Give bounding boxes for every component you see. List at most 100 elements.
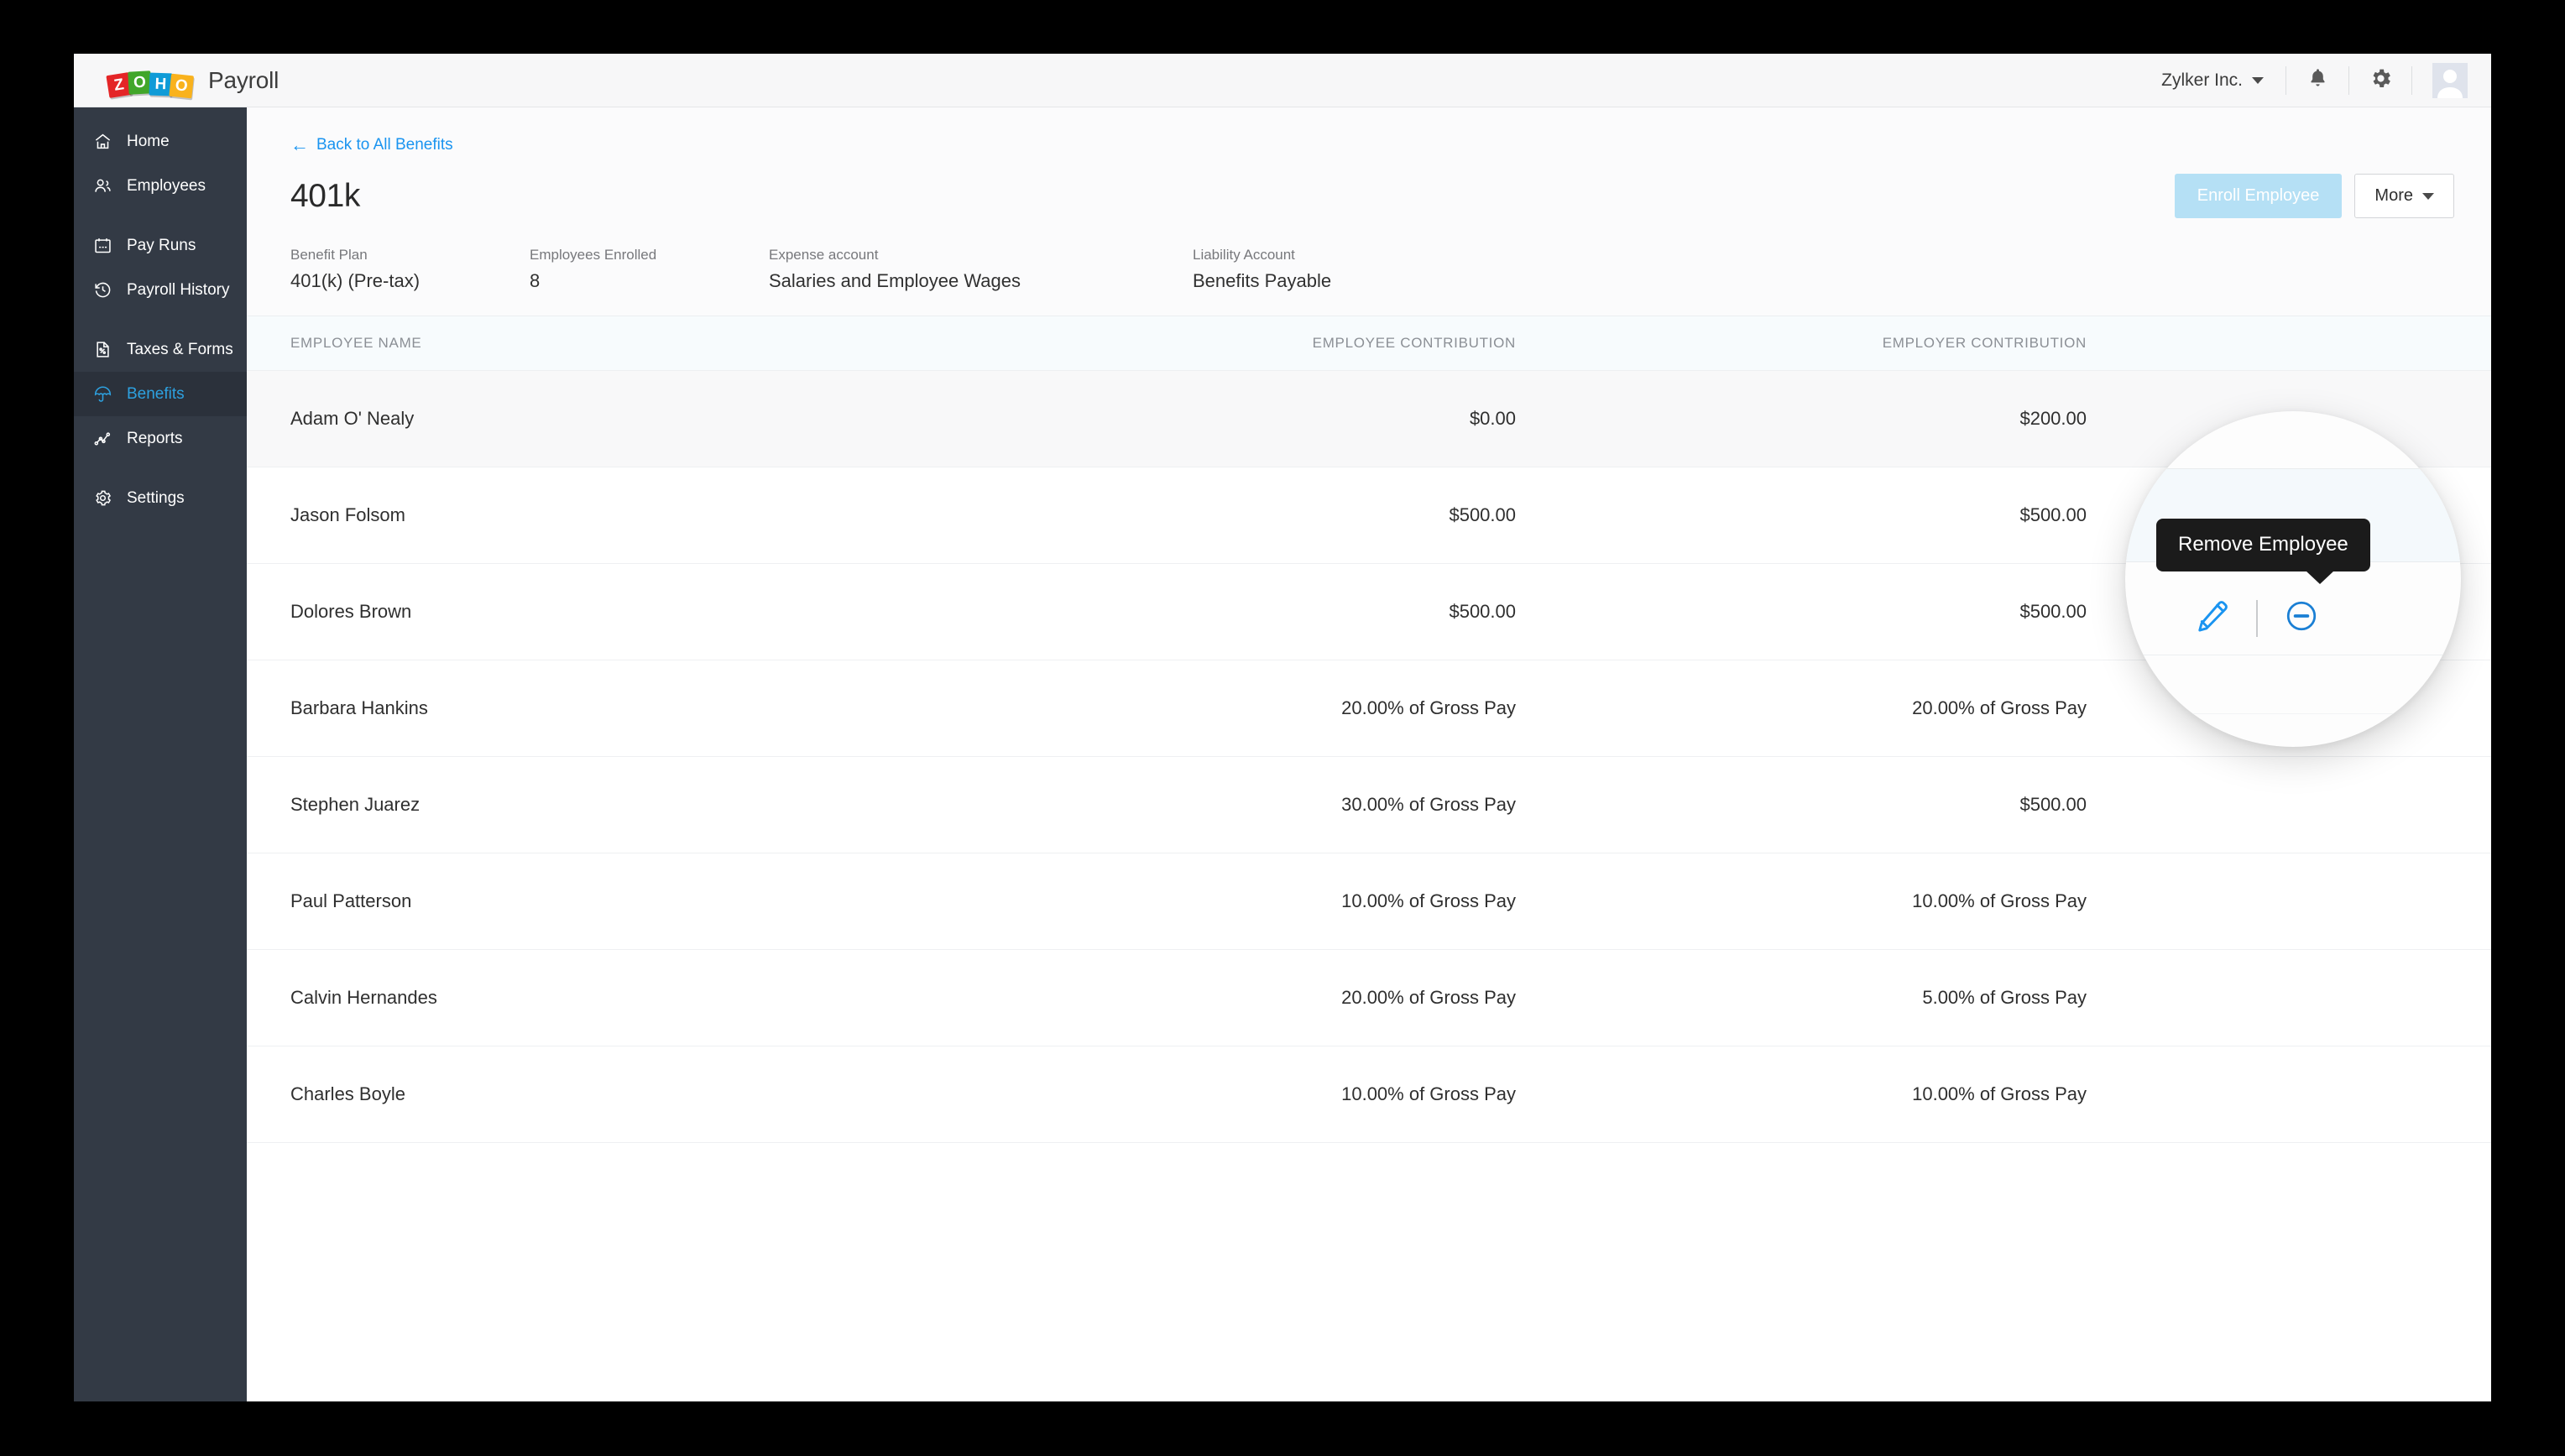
remove-employee-tooltip: Remove Employee — [2156, 519, 2370, 584]
zoho-logo-icon: Z O H O — [106, 66, 195, 98]
cell-employee-contribution: 30.00% of Gross Pay — [1341, 794, 1516, 815]
meta-label: Employees Enrolled — [530, 247, 657, 263]
top-bar-right: Zylker Inc. — [2139, 54, 2468, 107]
main-content: ← Back to All Benefits 401k Enroll Emplo… — [247, 107, 2491, 1401]
cell-row-actions — [2110, 1046, 2491, 1143]
sidebar-label: Taxes & Forms — [127, 340, 233, 358]
logo-block-o2: O — [169, 73, 195, 98]
home-icon — [92, 132, 112, 152]
more-label: More — [2374, 186, 2413, 205]
cell-employee-name: Charles Boyle — [290, 1083, 405, 1104]
sidebar-item-payroll-history[interactable]: Payroll History — [74, 268, 247, 312]
sidebar-item-employees[interactable]: Employees — [74, 164, 247, 208]
cell-employer-contribution: 5.00% of Gross Pay — [1922, 987, 2087, 1008]
sidebar-item-benefits[interactable]: Benefits — [74, 372, 247, 416]
table-row[interactable]: Adam O' Nealy $0.00 $200.00 — [247, 370, 2491, 467]
cell-employee-name: Dolores Brown — [290, 601, 412, 622]
table-row[interactable]: Paul Patterson 10.00% of Gross Pay 10.00% … — [247, 853, 2491, 950]
cell-employer-contribution: 10.00% of Gross Pay — [1912, 1083, 2087, 1104]
meta-value: 401(k) (Pre-tax) — [290, 270, 421, 291]
sidebar-item-pay-runs[interactable]: Pay Runs — [74, 223, 247, 268]
cell-employee-contribution: 10.00% of Gross Pay — [1341, 890, 1516, 911]
table-row[interactable]: Charles Boyle 10.00% of Gross Pay 10.00% o… — [247, 1046, 2491, 1143]
table-head: EMPLOYEE NAME EMPLOYEE CONTRIBUTION EMPL… — [247, 316, 2491, 371]
cell-employee-contribution: 20.00% of Gross Pay — [1341, 697, 1516, 718]
cell-row-actions — [2110, 757, 2491, 853]
sidebar-label: Benefits — [127, 384, 185, 403]
divider — [2256, 599, 2258, 637]
chevron-down-icon — [2422, 192, 2434, 200]
cell-employee-name: Stephen Juarez — [290, 794, 421, 815]
back-link-label: Back to All Benefits — [316, 136, 453, 154]
sidebar-label: Pay Runs — [127, 236, 196, 254]
meta-expense-account: Expense account Salaries and Employee Wa… — [769, 247, 1193, 292]
org-switcher[interactable]: Zylker Inc. — [2139, 70, 2286, 91]
cell-employer-contribution: 20.00% of Gross Pay — [1912, 697, 2087, 718]
settings-button[interactable] — [2349, 54, 2411, 107]
cell-employee-name: Paul Patterson — [290, 890, 412, 911]
sidebar-item-reports[interactable]: Reports — [74, 416, 247, 461]
cell-employer-contribution: $500.00 — [2019, 601, 2087, 622]
header-actions: Enroll Employee More — [2174, 174, 2454, 218]
notifications-button[interactable] — [2286, 54, 2348, 107]
meta-value: 8 — [530, 270, 541, 291]
cell-employee-contribution: $500.00 — [1449, 601, 1516, 622]
cell-employee-contribution: 10.00% of Gross Pay — [1341, 1083, 1516, 1104]
minus-circle-icon — [2283, 598, 2320, 639]
cell-employee-name: Barbara Hankins — [290, 697, 428, 718]
edit-employee-button[interactable] — [2194, 598, 2231, 639]
people-icon — [92, 176, 112, 196]
meta-label: Liability Account — [1193, 247, 1295, 263]
line-chart-icon — [92, 429, 112, 449]
page-title: 401k — [290, 177, 360, 214]
cell-employee-contribution: $500.00 — [1449, 504, 1516, 525]
user-avatar-icon — [2437, 69, 2463, 98]
enroll-employee-button[interactable]: Enroll Employee — [2174, 174, 2343, 218]
meta-liability-account: Liability Account Benefits Payable — [1193, 247, 1331, 292]
meta-label: Benefit Plan — [290, 247, 368, 263]
sidebar: Home Employees Pay Runs Payroll History … — [74, 107, 247, 1401]
calendar-icon — [92, 236, 112, 256]
history-clock-icon — [92, 280, 112, 300]
sidebar-item-settings[interactable]: Settings — [74, 476, 247, 520]
table-header-row: EMPLOYEE NAME EMPLOYEE CONTRIBUTION EMPL… — [247, 316, 2491, 371]
sidebar-label: Payroll History — [127, 280, 230, 299]
cell-row-actions — [2110, 853, 2491, 950]
remove-employee-button[interactable] — [2283, 598, 2320, 639]
org-name: Zylker Inc. — [2161, 70, 2243, 90]
table-row[interactable]: Calvin Hernandes 20.00% of Gross Pay 5.00%… — [247, 950, 2491, 1046]
row-action-buttons — [2194, 598, 2320, 639]
back-to-all-benefits-link[interactable]: ← Back to All Benefits — [290, 136, 453, 154]
sidebar-label: Employees — [127, 176, 206, 195]
cell-employer-contribution: $500.00 — [2019, 794, 2087, 815]
sidebar-label: Home — [127, 132, 170, 150]
table-row[interactable]: Stephen Juarez 30.00% of Gross Pay $500.00 — [247, 757, 2491, 853]
cell-row-actions — [2110, 950, 2491, 1046]
column-header-actions — [2110, 316, 2491, 371]
enrolled-employees-table: EMPLOYEE NAME EMPLOYEE CONTRIBUTION EMPL… — [247, 316, 2491, 1143]
brand-logo[interactable]: Z O H O Payroll — [106, 66, 279, 98]
gear-icon — [2369, 66, 2393, 95]
cell-employee-contribution: $0.00 — [1469, 408, 1516, 429]
app-window: Z O H O Payroll Zylker Inc. Home Employe… — [74, 54, 2491, 1401]
benefit-meta-row: Benefit Plan 401(k) (Pre-tax) Employees … — [247, 218, 2491, 316]
sidebar-item-home[interactable]: Home — [74, 119, 247, 164]
title-row: 401k Enroll Employee More — [290, 174, 2454, 218]
cell-employee-name: Jason Folsom — [290, 504, 405, 525]
tax-document-icon — [92, 340, 112, 360]
avatar[interactable] — [2432, 62, 2468, 98]
bell-icon — [2306, 66, 2329, 94]
sidebar-item-taxes-forms[interactable]: Taxes & Forms — [74, 327, 247, 372]
chevron-down-icon — [2252, 76, 2264, 84]
column-header-employee-name: EMPLOYEE NAME — [247, 316, 952, 371]
column-header-employer-contribution: EMPLOYER CONTRIBUTION — [1539, 316, 2110, 371]
cell-employee-name: Adam O' Nealy — [290, 408, 415, 429]
magnifier-callout: Remove Employee — [2125, 411, 2461, 747]
more-button[interactable]: More — [2354, 174, 2454, 218]
top-bar: Z O H O Payroll Zylker Inc. — [74, 54, 2491, 107]
page-header: ← Back to All Benefits 401k Enroll Emplo… — [247, 107, 2491, 218]
umbrella-icon — [92, 384, 112, 404]
gear-icon — [92, 488, 112, 509]
